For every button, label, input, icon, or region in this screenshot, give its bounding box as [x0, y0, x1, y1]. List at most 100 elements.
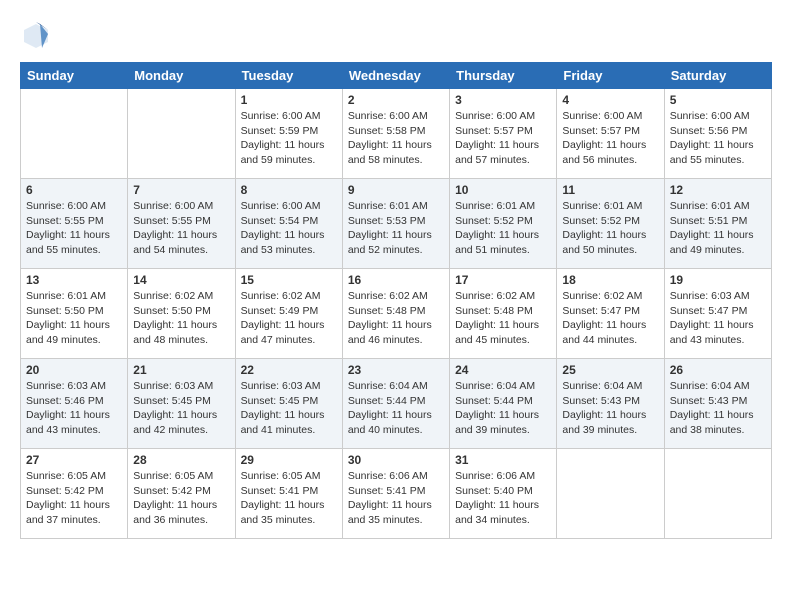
calendar-cell: 31 Sunrise: 6:06 AM Sunset: 5:40 PM Dayli… — [450, 449, 557, 539]
calendar-cell: 19 Sunrise: 6:03 AM Sunset: 5:47 PM Dayli… — [664, 269, 771, 359]
day-number: 4 — [562, 93, 658, 107]
day-info: Sunrise: 6:01 AM Sunset: 5:52 PM Dayligh… — [455, 199, 551, 258]
calendar-cell: 7Sunrise: 6:00 AM Sunset: 5:55 PM Daylig… — [128, 179, 235, 269]
calendar-week-row: 20 Sunrise: 6:03 AM Sunset: 5:46 PM Dayli… — [21, 359, 772, 449]
day-number: 31 — [455, 453, 551, 467]
day-info: Sunrise: 6:05 AM Sunset: 5:41 PM Dayligh… — [241, 469, 337, 528]
day-number: 23 — [348, 363, 444, 377]
day-number: 10 — [455, 183, 551, 197]
calendar-cell — [128, 89, 235, 179]
day-info: Sunrise: 6:00 AM Sunset: 5:57 PM Dayligh… — [455, 109, 551, 168]
calendar-cell: 3 Sunrise: 6:00 AM Sunset: 5:57 PM Daylig… — [450, 89, 557, 179]
calendar-cell: 1 Sunrise: 6:00 AM Sunset: 5:59 PM Daylig… — [235, 89, 342, 179]
day-number: 25 — [562, 363, 658, 377]
day-info: Sunrise: 6:00 AM Sunset: 5:55 PM Dayligh… — [133, 199, 229, 258]
day-number: 3 — [455, 93, 551, 107]
day-info: Sunrise: 6:03 AM Sunset: 5:47 PM Dayligh… — [670, 289, 766, 348]
day-number: 1 — [241, 93, 337, 107]
day-info: Sunrise: 6:02 AM Sunset: 5:48 PM Dayligh… — [455, 289, 551, 348]
calendar-cell: 30 Sunrise: 6:06 AM Sunset: 5:41 PM Dayli… — [342, 449, 449, 539]
day-info: Sunrise: 6:02 AM Sunset: 5:47 PM Dayligh… — [562, 289, 658, 348]
day-number: 29 — [241, 453, 337, 467]
calendar-cell: 28 Sunrise: 6:05 AM Sunset: 5:42 PM Dayli… — [128, 449, 235, 539]
calendar-table: SundayMondayTuesdayWednesdayThursdayFrid… — [20, 62, 772, 539]
day-info: Sunrise: 6:00 AM Sunset: 5:58 PM Dayligh… — [348, 109, 444, 168]
day-info: Sunrise: 6:01 AM Sunset: 5:53 PM Dayligh… — [348, 199, 444, 258]
day-number: 19 — [670, 273, 766, 287]
calendar-week-row: 6Sunrise: 6:00 AM Sunset: 5:55 PM Daylig… — [21, 179, 772, 269]
calendar-week-row: 1 Sunrise: 6:00 AM Sunset: 5:59 PM Daylig… — [21, 89, 772, 179]
day-number: 8 — [241, 183, 337, 197]
day-number: 9 — [348, 183, 444, 197]
calendar-week-row: 13Sunrise: 6:01 AM Sunset: 5:50 PM Dayli… — [21, 269, 772, 359]
calendar-cell: 27 Sunrise: 6:05 AM Sunset: 5:42 PM Dayli… — [21, 449, 128, 539]
calendar-cell — [557, 449, 664, 539]
calendar-cell: 14Sunrise: 6:02 AM Sunset: 5:50 PM Dayli… — [128, 269, 235, 359]
day-number: 24 — [455, 363, 551, 377]
day-number: 21 — [133, 363, 229, 377]
calendar-cell — [664, 449, 771, 539]
day-info: Sunrise: 6:04 AM Sunset: 5:44 PM Dayligh… — [455, 379, 551, 438]
day-header-saturday: Saturday — [664, 63, 771, 89]
day-info: Sunrise: 6:03 AM Sunset: 5:46 PM Dayligh… — [26, 379, 122, 438]
day-header-sunday: Sunday — [21, 63, 128, 89]
calendar-cell: 20 Sunrise: 6:03 AM Sunset: 5:46 PM Dayli… — [21, 359, 128, 449]
calendar-cell: 9 Sunrise: 6:01 AM Sunset: 5:53 PM Daylig… — [342, 179, 449, 269]
day-info: Sunrise: 6:00 AM Sunset: 5:55 PM Dayligh… — [26, 199, 122, 258]
calendar-cell — [21, 89, 128, 179]
day-number: 5 — [670, 93, 766, 107]
calendar-cell: 12 Sunrise: 6:01 AM Sunset: 5:51 PM Dayli… — [664, 179, 771, 269]
calendar-cell: 11 Sunrise: 6:01 AM Sunset: 5:52 PM Dayli… — [557, 179, 664, 269]
day-info: Sunrise: 6:05 AM Sunset: 5:42 PM Dayligh… — [26, 469, 122, 528]
day-number: 20 — [26, 363, 122, 377]
day-number: 2 — [348, 93, 444, 107]
calendar-cell: 18 Sunrise: 6:02 AM Sunset: 5:47 PM Dayli… — [557, 269, 664, 359]
day-info: Sunrise: 6:02 AM Sunset: 5:49 PM Dayligh… — [241, 289, 337, 348]
day-info: Sunrise: 6:03 AM Sunset: 5:45 PM Dayligh… — [133, 379, 229, 438]
day-info: Sunrise: 6:01 AM Sunset: 5:52 PM Dayligh… — [562, 199, 658, 258]
day-info: Sunrise: 6:00 AM Sunset: 5:54 PM Dayligh… — [241, 199, 337, 258]
day-info: Sunrise: 6:02 AM Sunset: 5:48 PM Dayligh… — [348, 289, 444, 348]
calendar-cell: 16 Sunrise: 6:02 AM Sunset: 5:48 PM Dayli… — [342, 269, 449, 359]
day-info: Sunrise: 6:01 AM Sunset: 5:51 PM Dayligh… — [670, 199, 766, 258]
calendar-cell: 25 Sunrise: 6:04 AM Sunset: 5:43 PM Dayli… — [557, 359, 664, 449]
day-info: Sunrise: 6:02 AM Sunset: 5:50 PM Dayligh… — [133, 289, 229, 348]
day-info: Sunrise: 6:06 AM Sunset: 5:41 PM Dayligh… — [348, 469, 444, 528]
day-number: 13 — [26, 273, 122, 287]
calendar-cell: 21 Sunrise: 6:03 AM Sunset: 5:45 PM Dayli… — [128, 359, 235, 449]
day-number: 30 — [348, 453, 444, 467]
day-info: Sunrise: 6:03 AM Sunset: 5:45 PM Dayligh… — [241, 379, 337, 438]
calendar-cell: 24 Sunrise: 6:04 AM Sunset: 5:44 PM Dayli… — [450, 359, 557, 449]
calendar-cell: 29 Sunrise: 6:05 AM Sunset: 5:41 PM Dayli… — [235, 449, 342, 539]
logo — [20, 20, 54, 52]
day-number: 17 — [455, 273, 551, 287]
calendar-cell: 8 Sunrise: 6:00 AM Sunset: 5:54 PM Daylig… — [235, 179, 342, 269]
calendar-cell: 26Sunrise: 6:04 AM Sunset: 5:43 PM Dayli… — [664, 359, 771, 449]
day-info: Sunrise: 6:00 AM Sunset: 5:59 PM Dayligh… — [241, 109, 337, 168]
calendar-cell: 15 Sunrise: 6:02 AM Sunset: 5:49 PM Dayli… — [235, 269, 342, 359]
day-header-friday: Friday — [557, 63, 664, 89]
day-info: Sunrise: 6:06 AM Sunset: 5:40 PM Dayligh… — [455, 469, 551, 528]
page-header — [20, 20, 772, 52]
day-number: 15 — [241, 273, 337, 287]
day-number: 26 — [670, 363, 766, 377]
day-number: 11 — [562, 183, 658, 197]
day-number: 18 — [562, 273, 658, 287]
day-number: 16 — [348, 273, 444, 287]
calendar-cell: 23Sunrise: 6:04 AM Sunset: 5:44 PM Dayli… — [342, 359, 449, 449]
calendar-cell: 5 Sunrise: 6:00 AM Sunset: 5:56 PM Daylig… — [664, 89, 771, 179]
day-number: 12 — [670, 183, 766, 197]
day-info: Sunrise: 6:04 AM Sunset: 5:43 PM Dayligh… — [562, 379, 658, 438]
day-header-wednesday: Wednesday — [342, 63, 449, 89]
calendar-cell: 2 Sunrise: 6:00 AM Sunset: 5:58 PM Daylig… — [342, 89, 449, 179]
day-info: Sunrise: 6:00 AM Sunset: 5:57 PM Dayligh… — [562, 109, 658, 168]
day-header-thursday: Thursday — [450, 63, 557, 89]
day-header-tuesday: Tuesday — [235, 63, 342, 89]
calendar-cell: 22Sunrise: 6:03 AM Sunset: 5:45 PM Dayli… — [235, 359, 342, 449]
day-number: 27 — [26, 453, 122, 467]
day-number: 28 — [133, 453, 229, 467]
calendar-cell: 6Sunrise: 6:00 AM Sunset: 5:55 PM Daylig… — [21, 179, 128, 269]
day-info: Sunrise: 6:05 AM Sunset: 5:42 PM Dayligh… — [133, 469, 229, 528]
day-info: Sunrise: 6:00 AM Sunset: 5:56 PM Dayligh… — [670, 109, 766, 168]
calendar-cell: 10 Sunrise: 6:01 AM Sunset: 5:52 PM Dayli… — [450, 179, 557, 269]
